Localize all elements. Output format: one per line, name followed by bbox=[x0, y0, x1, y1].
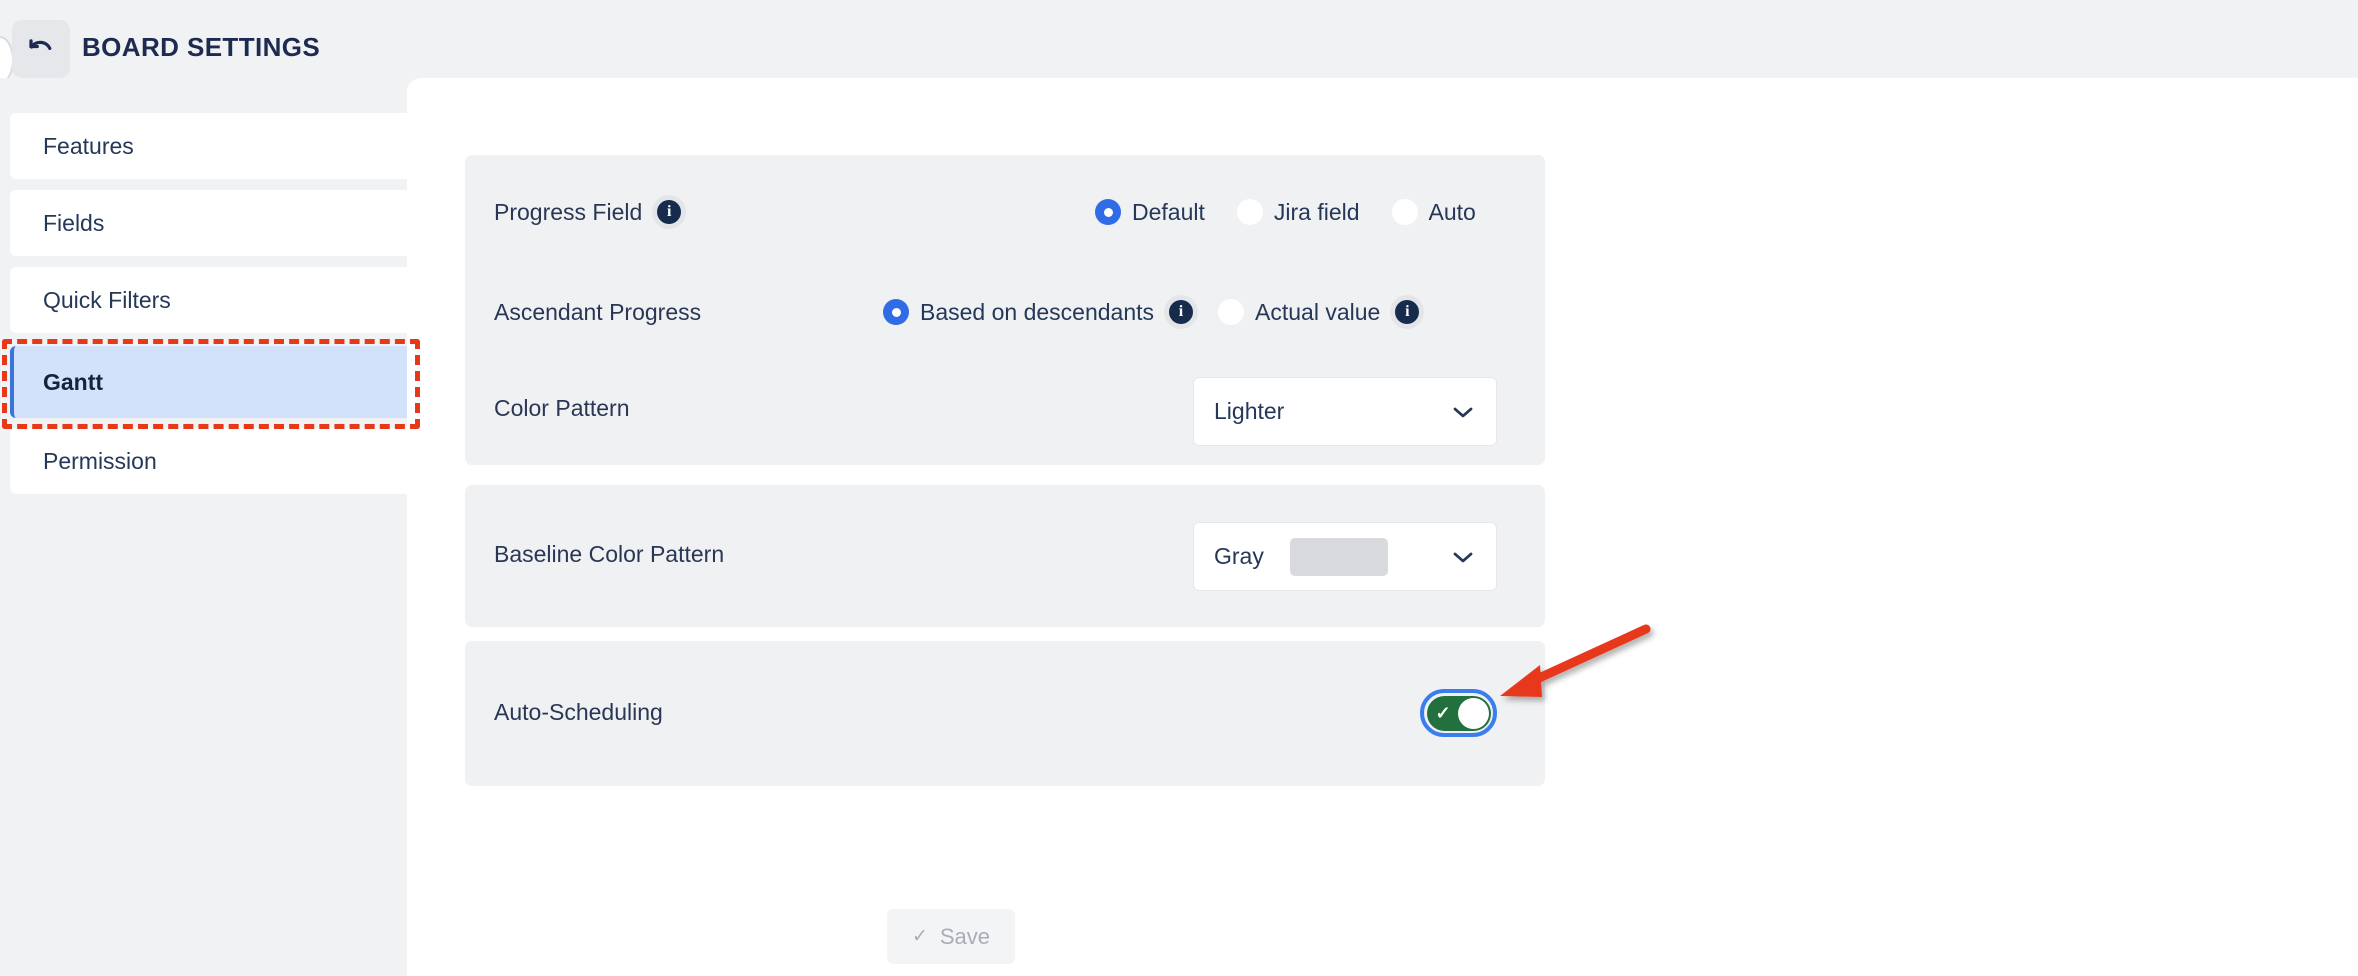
ascendant-progress-row: Ascendant Progress Based on descendants … bbox=[465, 269, 1545, 355]
baseline-color-pattern-label-text: Baseline Color Pattern bbox=[494, 541, 725, 567]
radio-label: Auto bbox=[1428, 198, 1476, 225]
sidebar-item-label: Quick Filters bbox=[43, 286, 171, 313]
baseline-color-pattern-dropdown[interactable]: Gray bbox=[1193, 522, 1497, 591]
auto-scheduling-label-text: Auto-Scheduling bbox=[494, 699, 663, 725]
sidebar-item-label: Permission bbox=[43, 447, 157, 474]
actual-value-info-icon[interactable]: i bbox=[1390, 295, 1425, 329]
chevron-down-icon bbox=[1452, 405, 1474, 419]
progress-field-label-text: Progress Field bbox=[494, 198, 643, 225]
info-glyph: i bbox=[657, 200, 682, 224]
radio-label: Jira field bbox=[1273, 198, 1360, 225]
sidebar-item-quick-filters[interactable]: Quick Filters bbox=[10, 267, 407, 333]
radio-mark bbox=[1391, 199, 1418, 225]
sidebar-item-permission[interactable]: Permission bbox=[10, 428, 407, 494]
radio-label: Based on descendants bbox=[920, 298, 1155, 325]
radio-option-jira-field[interactable]: Jira field bbox=[1236, 198, 1360, 226]
radio-mark bbox=[1095, 199, 1121, 225]
sidebar-item-features[interactable]: Features bbox=[10, 113, 407, 179]
check-icon: ✓ bbox=[1435, 703, 1451, 723]
page-title: BOARD SETTINGS bbox=[82, 32, 321, 62]
radio-option-default[interactable]: Default bbox=[1095, 199, 1205, 226]
sidebar-item-fields[interactable]: Fields bbox=[10, 190, 407, 256]
toggle-track: ✓ bbox=[1426, 695, 1491, 731]
ascendant-progress-label-text: Ascendant Progress bbox=[494, 298, 702, 325]
top-bar: BOARD SETTINGS bbox=[0, 0, 2358, 84]
chevron-down-icon bbox=[1452, 550, 1474, 564]
sidebar-item-label: Fields bbox=[43, 209, 105, 236]
auto-scheduling-toggle[interactable]: ✓ bbox=[1420, 689, 1497, 737]
sidebar-item-label: Features bbox=[43, 132, 134, 159]
progress-field-info-icon[interactable]: i bbox=[652, 195, 687, 229]
ascendant-progress-radio-group: Based on descendants i Actual value i bbox=[883, 295, 1425, 329]
progress-field-radio-group: Default Jira field Auto bbox=[1095, 199, 1476, 226]
info-glyph: i bbox=[1395, 300, 1420, 324]
color-pattern-dropdown[interactable]: Lighter bbox=[1193, 377, 1497, 446]
radio-mark bbox=[1236, 199, 1263, 225]
settings-sidebar: Features Fields Quick Filters Gantt Perm… bbox=[0, 78, 407, 976]
save-button[interactable]: ✓ Save bbox=[887, 909, 1015, 964]
radio-mark bbox=[883, 299, 909, 325]
radio-option-based-on-descendants[interactable]: Based on descendants i bbox=[883, 295, 1199, 329]
auto-scheduling-row: Auto-Scheduling ✓ bbox=[465, 641, 1545, 786]
radio-label: Actual value bbox=[1255, 298, 1381, 325]
progress-field-row: Progress Field i Default Jira field Auto bbox=[465, 155, 1545, 269]
info-glyph: i bbox=[1169, 300, 1194, 324]
check-icon: ✓ bbox=[911, 926, 928, 947]
color-swatch bbox=[1289, 537, 1388, 576]
auto-scheduling-panel: Auto-Scheduling ✓ bbox=[465, 641, 1545, 786]
radio-option-actual-value[interactable]: Actual value i bbox=[1218, 295, 1425, 329]
board-settings-screen: BOARD SETTINGS Features Fields Quick Fil… bbox=[0, 0, 2358, 976]
baseline-color-pattern-label: Baseline Color Pattern bbox=[494, 541, 724, 568]
based-on-descendants-info-icon[interactable]: i bbox=[1164, 295, 1199, 329]
save-button-label: Save bbox=[939, 923, 991, 949]
baseline-color-pattern-row: Baseline Color Pattern Gray bbox=[465, 485, 1545, 627]
ascendant-progress-label: Ascendant Progress bbox=[494, 299, 701, 326]
radio-option-auto[interactable]: Auto bbox=[1391, 198, 1476, 226]
progress-field-label: Progress Field i bbox=[494, 195, 687, 229]
progress-settings-panel: Progress Field i Default Jira field Auto… bbox=[465, 155, 1545, 465]
color-pattern-value: Lighter bbox=[1214, 398, 1285, 424]
baseline-color-pattern-value: Gray bbox=[1214, 543, 1264, 569]
radio-mark bbox=[1218, 299, 1245, 325]
settings-content: Progress Field i Default Jira field Auto… bbox=[407, 78, 2358, 976]
color-pattern-label-text: Color Pattern bbox=[494, 395, 630, 421]
color-pattern-label: Color Pattern bbox=[494, 395, 630, 422]
toggle-knob bbox=[1457, 697, 1489, 729]
sidebar-item-gantt[interactable]: Gantt bbox=[10, 346, 407, 418]
color-pattern-row: Color Pattern Lighter bbox=[465, 355, 1545, 465]
baseline-settings-panel: Baseline Color Pattern Gray bbox=[465, 485, 1545, 627]
undo-arrow-icon bbox=[26, 34, 56, 64]
auto-scheduling-label: Auto-Scheduling bbox=[494, 699, 663, 726]
back-button[interactable] bbox=[12, 20, 70, 78]
sidebar-item-label: Gantt bbox=[43, 368, 104, 395]
radio-label: Default bbox=[1132, 198, 1205, 225]
